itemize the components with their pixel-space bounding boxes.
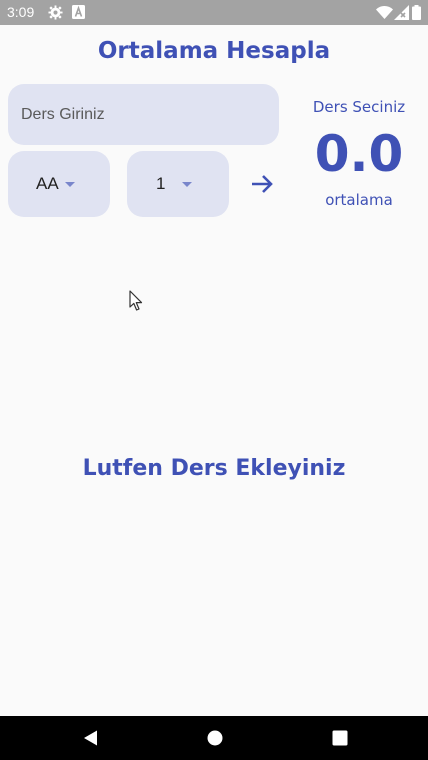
mouse-cursor-icon <box>129 290 143 312</box>
add-course-button[interactable] <box>246 168 278 200</box>
home-button[interactable] <box>206 729 224 747</box>
credit-dropdown-value: 1 <box>156 174 166 193</box>
average-caption: ortalama <box>325 191 393 209</box>
grade-dropdown[interactable]: AA <box>8 151 110 217</box>
wifi-icon <box>376 5 393 20</box>
signal-icon <box>394 5 409 20</box>
grade-dropdown-value: AA <box>36 174 59 193</box>
back-button[interactable] <box>82 729 100 747</box>
status-bar: 3:09 <box>0 0 428 25</box>
summary-label: Ders Seciniz <box>312 98 406 116</box>
chevron-down-icon <box>65 182 75 187</box>
average-value: 0.0 <box>314 125 404 183</box>
recents-button[interactable] <box>331 729 349 747</box>
home-icon <box>207 730 223 746</box>
status-time: 3:09 <box>7 4 35 20</box>
settings-icon <box>48 5 63 20</box>
page-title: Ortalama Hesapla <box>97 38 331 64</box>
arrow-right-icon <box>252 175 273 193</box>
battery-icon <box>412 5 421 20</box>
font-icon <box>72 5 85 20</box>
empty-list-message: Lutfen Ders Ekleyiniz <box>82 456 346 481</box>
back-icon <box>84 730 97 746</box>
navigation-bar <box>0 716 428 760</box>
course-name-input[interactable] <box>8 84 279 145</box>
recents-icon <box>332 730 348 746</box>
chevron-down-icon <box>182 182 192 187</box>
course-input-container <box>8 84 279 145</box>
credit-dropdown[interactable]: 1 <box>127 151 229 217</box>
